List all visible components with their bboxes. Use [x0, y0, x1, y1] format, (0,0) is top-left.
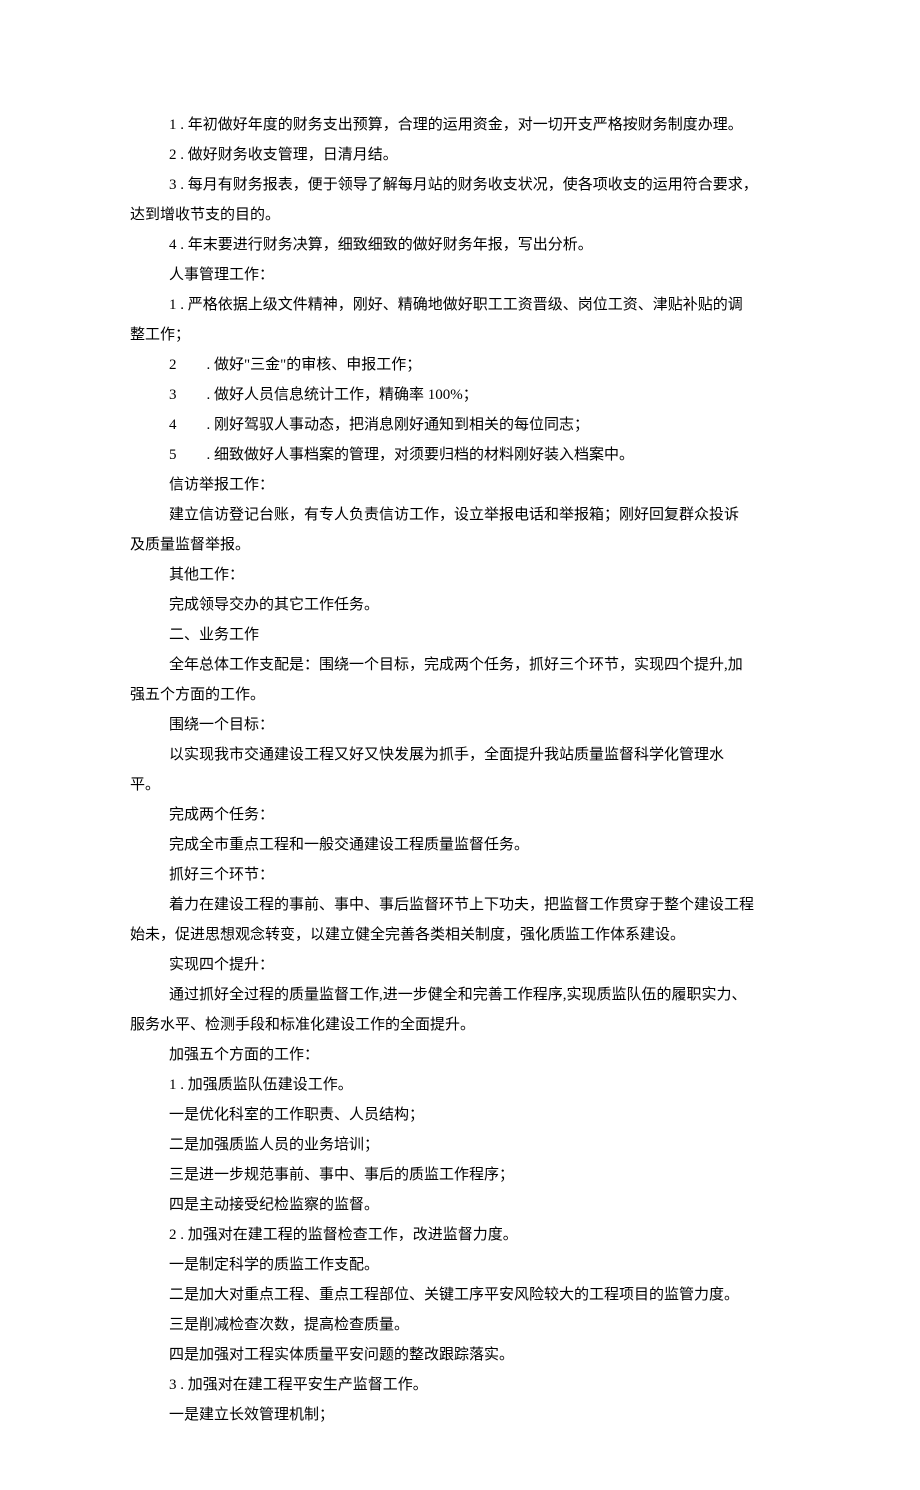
- list-item: 4 . 刚好驾驭人事动态，把消息刚好通知到相关的每位同志；: [130, 410, 790, 440]
- section-heading: 其他工作：: [130, 560, 790, 590]
- list-text: . 刚好驾驭人事动态，把消息刚好通知到相关的每位同志；: [207, 417, 590, 433]
- section-heading: 信访举报工作：: [130, 470, 790, 500]
- body-text: 完成全市重点工程和一般交通建设工程质量监督任务。: [130, 830, 790, 860]
- body-text: 以实现我市交通建设工程又好又快发展为抓手，全面提升我站质量监督科学化管理水: [130, 740, 790, 770]
- list-item: 5 . 细致做好人事档案的管理，对须要归档的材料刚好装入档案中。: [130, 440, 790, 470]
- body-text: 一是优化科室的工作职责、人员结构；: [130, 1100, 790, 1130]
- document-page: 1 . 年初做好年度的财务支出预算，合理的运用资金，对一切开支严格按财务制度办理…: [0, 0, 920, 1490]
- body-text: 一是制定科学的质监工作支配。: [130, 1250, 790, 1280]
- list-text: . 细致做好人事档案的管理，对须要归档的材料刚好装入档案中。: [207, 447, 635, 463]
- list-item: 3 . 做好人员信息统计工作，精确率 100%；: [130, 380, 790, 410]
- section-heading: 二、业务工作: [130, 620, 790, 650]
- section-heading: 人事管理工作：: [130, 260, 790, 290]
- section-heading: 加强五个方面的工作：: [130, 1040, 790, 1070]
- body-text: 服务水平、检测手段和标准化建设工作的全面提升。: [130, 1010, 790, 1040]
- body-text: 达到增收节支的目的。: [130, 200, 790, 230]
- body-text: 强五个方面的工作。: [130, 680, 790, 710]
- list-item: 2 . 做好"三金"的审核、申报工作；: [130, 350, 790, 380]
- body-text: 4 . 年末要进行财务决算，细致细致的做好财务年报，写出分析。: [130, 230, 790, 260]
- list-number: 3: [169, 380, 177, 410]
- body-text: 1 . 严格依据上级文件精神，刚好、精确地做好职工工资晋级、岗位工资、津贴补贴的…: [130, 290, 790, 320]
- list-number: 4: [169, 410, 177, 440]
- body-text: 三是削减检查次数，提高检查质量。: [130, 1310, 790, 1340]
- body-text: 3 . 加强对在建工程平安生产监督工作。: [130, 1370, 790, 1400]
- body-text: 1 . 年初做好年度的财务支出预算，合理的运用资金，对一切开支严格按财务制度办理…: [130, 110, 790, 140]
- list-number: 5: [169, 440, 177, 470]
- body-text: 四是主动接受纪检监察的监督。: [130, 1190, 790, 1220]
- list-text: . 做好"三金"的审核、申报工作；: [207, 357, 422, 373]
- body-text: 2 . 加强对在建工程的监督检查工作，改进监督力度。: [130, 1220, 790, 1250]
- body-text: 建立信访登记台账，有专人负责信访工作，设立举报电话和举报箱；刚好回复群众投诉: [130, 500, 790, 530]
- body-text: 二是加大对重点工程、重点工程部位、关键工序平安风险较大的工程项目的监管力度。: [130, 1280, 790, 1310]
- body-text: 三是进一步规范事前、事中、事后的质监工作程序；: [130, 1160, 790, 1190]
- body-text: 通过抓好全过程的质量监督工作,进一步健全和完善工作程序,实现质监队伍的履职实力、: [130, 980, 790, 1010]
- section-heading: 完成两个任务：: [130, 800, 790, 830]
- body-text: 一是建立长效管理机制；: [130, 1400, 790, 1430]
- body-text: 2 . 做好财务收支管理，日清月结。: [130, 140, 790, 170]
- section-heading: 实现四个提升：: [130, 950, 790, 980]
- list-number: 2: [169, 350, 177, 380]
- body-text: 整工作；: [130, 320, 790, 350]
- body-text: 四是加强对工程实体质量平安问题的整改跟踪落实。: [130, 1340, 790, 1370]
- body-text: 着力在建设工程的事前、事中、事后监督环节上下功夫，把监督工作贯穿于整个建设工程: [130, 890, 790, 920]
- section-heading: 围绕一个目标：: [130, 710, 790, 740]
- body-text: 全年总体工作支配是：围绕一个目标，完成两个任务，抓好三个环节，实现四个提升,加: [130, 650, 790, 680]
- body-text: 始未，促进思想观念转变，以建立健全完善各类相关制度，强化质监工作体系建设。: [130, 920, 790, 950]
- body-text: 1 . 加强质监队伍建设工作。: [130, 1070, 790, 1100]
- body-text: 及质量监督举报。: [130, 530, 790, 560]
- body-text: 3 . 每月有财务报表，便于领导了解每月站的财务收支状况，使各项收支的运用符合要…: [130, 170, 790, 200]
- list-text: . 做好人员信息统计工作，精确率 100%；: [207, 387, 478, 403]
- section-heading: 抓好三个环节：: [130, 860, 790, 890]
- body-text: 平。: [130, 770, 790, 800]
- body-text: 完成领导交办的其它工作任务。: [130, 590, 790, 620]
- body-text: 二是加强质监人员的业务培训；: [130, 1130, 790, 1160]
